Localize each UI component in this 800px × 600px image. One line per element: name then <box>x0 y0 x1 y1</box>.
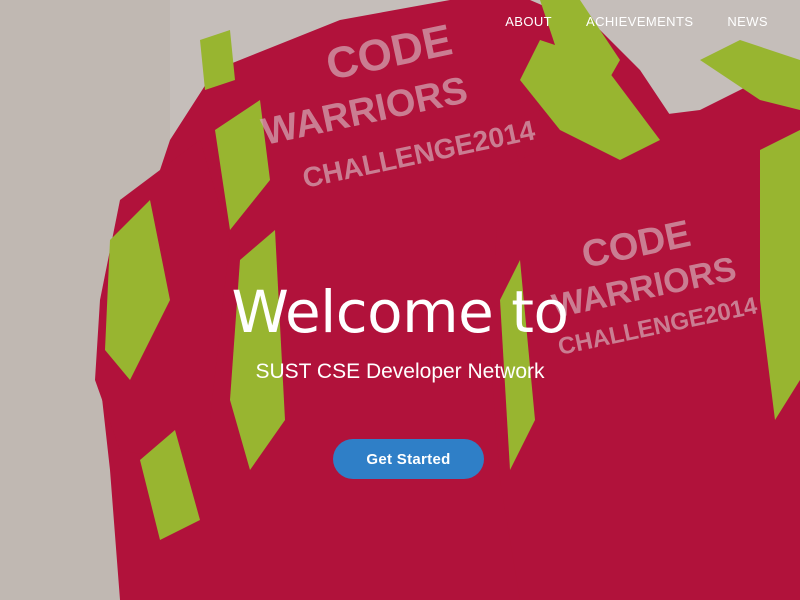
nav-link-achievements[interactable]: ACHIEVEMENTS <box>586 14 693 29</box>
get-started-button[interactable]: Get Started <box>333 439 484 479</box>
hero-subtitle: SUST CSE Developer Network <box>255 360 545 383</box>
hero-content: Welcome to SUST CSE Developer Network Ge… <box>0 0 800 600</box>
hero-section: CODE WARRIORS CHALLENGE2014 CODE WARRIOR… <box>0 0 800 600</box>
top-navigation: ABOUT ACHIEVEMENTS NEWS <box>505 14 768 29</box>
hero-title: Welcome to <box>231 278 569 346</box>
nav-link-news[interactable]: NEWS <box>727 14 768 29</box>
nav-link-about[interactable]: ABOUT <box>505 14 552 29</box>
